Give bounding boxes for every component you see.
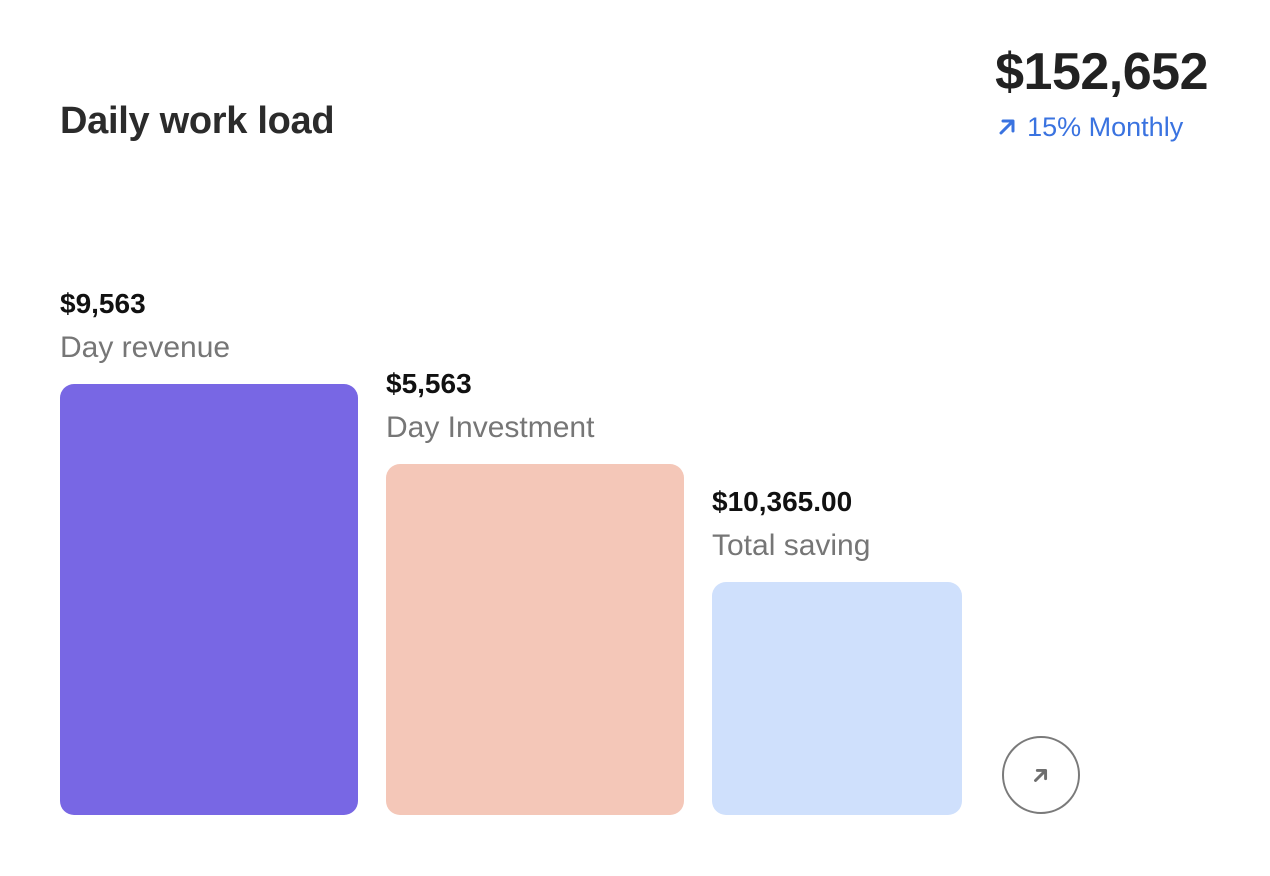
card-title: Daily work load (60, 100, 335, 143)
total-amount: $152,652 (995, 43, 1208, 101)
bar-group-total-saving: $10,365.00 Total saving (712, 485, 870, 565)
arrow-up-right-icon (995, 115, 1019, 139)
bar-day-revenue (60, 384, 358, 815)
bar-total-saving (712, 582, 962, 815)
bar-category-label: Day Investment (386, 411, 595, 444)
bar-group-day-investment: $5,563 Day Investment (386, 367, 594, 447)
expand-button[interactable] (1002, 736, 1080, 814)
bar-category-label: Total saving (712, 529, 871, 562)
arrow-up-right-icon (1030, 764, 1052, 786)
summary-block: $152,652 15% Monthly (995, 40, 1208, 144)
bar-value-label: $10,365.00 (712, 486, 853, 517)
monthly-change: 15% Monthly (995, 110, 1198, 144)
bar-group-day-revenue: $9,563 Day revenue (60, 287, 230, 367)
monthly-change-text: 15% Monthly (1027, 112, 1184, 142)
bar-day-investment (386, 464, 684, 815)
bar-category-label: Day revenue (60, 331, 231, 364)
bar-value-label: $9,563 (60, 288, 146, 319)
bar-value-label: $5,563 (386, 368, 472, 399)
